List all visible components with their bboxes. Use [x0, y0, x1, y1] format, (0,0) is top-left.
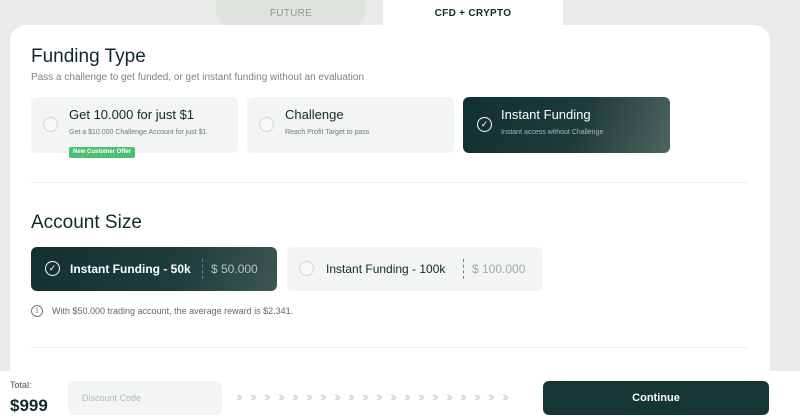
section-divider — [31, 182, 749, 183]
chevron-right-icon: ››› — [362, 389, 369, 404]
account-option-title: Instant Funding - 50k — [70, 262, 191, 276]
chevron-right-icon: ››› — [460, 389, 467, 404]
funding-option-desc: Reach Profit Target to pass — [285, 129, 370, 136]
discount-code-input[interactable] — [68, 381, 222, 415]
chevron-right-icon: ››› — [474, 389, 481, 404]
chevron-right-icon: ››› — [390, 389, 397, 404]
info-icon: i — [31, 305, 43, 317]
chevron-right-icon: ››› — [278, 389, 285, 404]
funding-option-get-10000[interactable]: Get 10.000 for just $1 Get a $10.000 Cha… — [31, 97, 238, 153]
chevron-right-icon: ››› — [502, 389, 509, 404]
total-value: $999 — [10, 396, 48, 415]
radio-unchecked[interactable] — [259, 117, 274, 132]
radio-unchecked[interactable] — [299, 261, 314, 276]
chevron-right-icon: ››› — [320, 389, 327, 404]
funding-option-desc: Get a $10.000 Challenge Account for just… — [69, 129, 207, 136]
decorative-arrows: ››› ››› ››› ››› ››› ››› ››› ››› ››› ››› … — [236, 389, 516, 405]
check-icon[interactable]: ✓ — [477, 117, 492, 132]
chevron-right-icon: ››› — [264, 389, 271, 404]
average-reward-info: With $50.000 trading account, the averag… — [52, 306, 294, 316]
chevron-right-icon: ››› — [250, 389, 257, 404]
funding-option-title: Get 10.000 for just $1 — [69, 107, 195, 122]
account-option-title: Instant Funding - 100k — [326, 262, 446, 276]
chevron-right-icon: ››› — [376, 389, 383, 404]
continue-button[interactable]: Continue — [543, 381, 769, 415]
section-divider — [31, 347, 749, 348]
account-option-50k[interactable]: ✓ Instant Funding - 50k $ 50.000 — [31, 247, 277, 291]
chevron-right-icon: ››› — [306, 389, 313, 404]
price-separator — [202, 259, 203, 279]
account-size-title: Account Size — [31, 212, 142, 233]
chevron-right-icon: ››› — [292, 389, 299, 404]
checkout-bar: Total: $999 ››› ››› ››› ››› ››› ››› ››› … — [0, 371, 800, 419]
chevron-right-icon: ››› — [418, 389, 425, 404]
new-customer-badge: New Customer Offer — [69, 147, 136, 158]
funding-option-challenge[interactable]: Challenge Reach Profit Target to pass — [247, 97, 454, 153]
price-separator — [463, 259, 464, 279]
account-option-price: $ 50.000 — [211, 262, 258, 276]
chevron-right-icon: ››› — [432, 389, 439, 404]
account-option-100k[interactable]: Instant Funding - 100k $ 100.000 — [287, 247, 543, 291]
radio-unchecked[interactable] — [43, 117, 58, 132]
funding-option-title: Challenge — [285, 107, 344, 122]
funding-type-subtitle: Pass a challenge to get funded, or get i… — [31, 72, 365, 83]
chevron-right-icon: ››› — [446, 389, 453, 404]
account-option-price: $ 100.000 — [472, 262, 526, 276]
chevron-right-icon: ››› — [334, 389, 341, 404]
chevron-right-icon: ››› — [488, 389, 495, 404]
funding-type-title: Funding Type — [31, 46, 146, 67]
total-label: Total: — [10, 380, 32, 390]
chevron-right-icon: ››› — [348, 389, 355, 404]
funding-option-title: Instant Funding — [501, 107, 591, 122]
tab-cfd-crypto[interactable]: CFD + CRYPTO — [383, 0, 563, 26]
tab-future[interactable]: FUTURE — [216, 0, 366, 26]
funding-option-instant-funding[interactable]: ✓ Instant Funding Instant access without… — [463, 97, 670, 153]
check-icon[interactable]: ✓ — [45, 261, 60, 276]
chevron-right-icon: ››› — [236, 389, 243, 404]
chevron-right-icon: ››› — [404, 389, 411, 404]
funding-option-desc: Instant access without Challenge — [501, 129, 604, 136]
